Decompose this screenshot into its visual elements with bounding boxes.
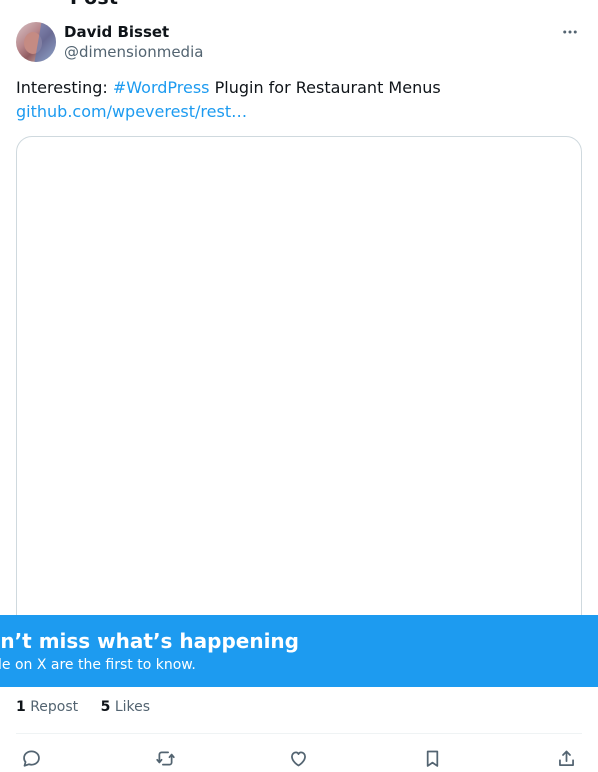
reposts-count: 1 xyxy=(16,699,26,715)
like-button[interactable] xyxy=(284,744,312,772)
reposts-stat[interactable]: 1 Repost xyxy=(16,696,78,718)
repost-icon xyxy=(155,751,175,765)
post-author: David Bisset @dimensionmedia xyxy=(16,22,582,62)
author-name[interactable]: David Bisset xyxy=(64,22,169,42)
hashtag-link[interactable]: #WordPress xyxy=(113,78,210,97)
likes-label: Likes xyxy=(114,699,151,715)
banner-subtitle: People on X are the first to know. xyxy=(0,657,196,673)
likes-count: 5 xyxy=(100,699,111,715)
post-text-suffix: Plugin for Restaurant Menus xyxy=(209,78,441,97)
signup-banner: Don’t miss what’s happening People on X … xyxy=(0,615,598,687)
reply-icon xyxy=(22,749,40,767)
reply-button[interactable] xyxy=(17,744,45,772)
share-button[interactable] xyxy=(552,744,580,772)
more-options-button[interactable] xyxy=(558,20,582,44)
link-preview-card[interactable] xyxy=(16,136,582,658)
repost-button[interactable] xyxy=(151,744,179,772)
divider xyxy=(16,733,582,734)
reposts-label: Repost xyxy=(30,699,79,715)
bookmark-icon xyxy=(426,750,438,767)
banner-title: Don’t miss what’s happening xyxy=(0,629,299,653)
likes-stat[interactable]: 5 Likes xyxy=(101,696,150,718)
avatar[interactable] xyxy=(16,22,56,62)
author-handle[interactable]: @dimensionmedia xyxy=(64,42,203,62)
page-title-cut: Post xyxy=(70,0,118,9)
like-icon xyxy=(290,751,306,766)
post-actions xyxy=(0,744,598,771)
post-stats: 1 Repost 5 Likes xyxy=(16,696,168,718)
bookmark-button[interactable] xyxy=(418,744,446,772)
external-link[interactable]: github.com/wpeverest/rest… xyxy=(16,102,247,121)
avatar-background-shape xyxy=(34,22,56,62)
post-text: Interesting: #WordPress Plugin for Resta… xyxy=(16,76,582,124)
share-icon xyxy=(558,750,574,766)
post-text-prefix: Interesting: xyxy=(16,78,113,97)
more-horizontal-icon xyxy=(563,30,577,34)
